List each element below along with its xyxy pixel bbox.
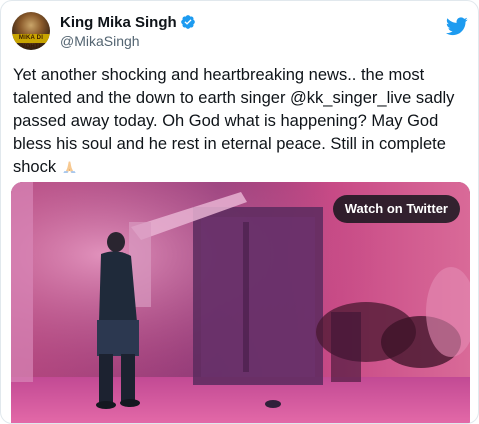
handle[interactable]: @MikaSingh [60, 32, 196, 50]
tweet-body: Yet another shocking and heartbreaking n… [13, 66, 455, 176]
avatar-caption: MIKA DI VOHTI [18, 35, 44, 50]
avatar[interactable]: MIKA DI VOHTI [12, 12, 50, 50]
folded-hands-emoji [63, 161, 76, 174]
tweet-card[interactable]: MIKA DI VOHTI King Mika Singh @MikaSingh… [0, 0, 479, 424]
display-name[interactable]: King Mika Singh [60, 13, 177, 32]
author-names: King Mika Singh @MikaSingh [60, 13, 196, 50]
verified-badge-icon [180, 15, 195, 29]
display-name-row: King Mika Singh [60, 13, 196, 32]
tweet-text: Yet another shocking and heartbreaking n… [13, 64, 468, 179]
video-player[interactable]: Watch on Twitter [11, 182, 470, 423]
tweet-header: MIKA DI VOHTI King Mika Singh @MikaSingh [12, 9, 468, 53]
watch-on-twitter-button[interactable]: Watch on Twitter [332, 195, 460, 223]
twitter-bird-icon[interactable] [446, 15, 468, 37]
